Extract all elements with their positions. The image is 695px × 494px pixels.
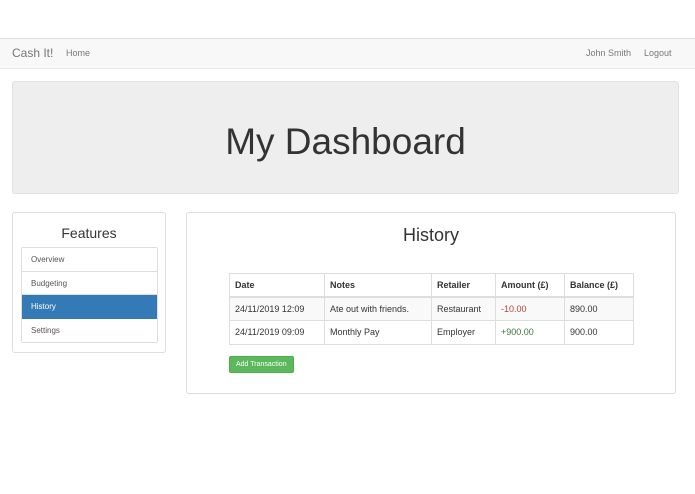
- cell-amount: -10.00: [495, 296, 565, 321]
- cell-date: 24/11/2019 12:09: [229, 296, 325, 321]
- dashboard-banner: My Dashboard: [12, 81, 679, 194]
- page-title: My Dashboard: [225, 121, 466, 162]
- menu-item-overview[interactable]: Overview: [22, 248, 157, 272]
- menu-item-history[interactable]: History: [22, 295, 157, 319]
- table-row: 24/11/2019 12:09 Ate out with friends. R…: [229, 296, 634, 321]
- brand-logo[interactable]: Cash It!: [12, 46, 53, 60]
- features-menu: Overview Budgeting History Settings: [21, 247, 158, 343]
- column-header-balance: Balance (£): [564, 273, 634, 298]
- nav-logout-link[interactable]: Logout: [644, 48, 672, 58]
- navbar: Cash It! Home John Smith Logout: [0, 38, 695, 69]
- history-panel: History Date Notes Retailer Amount (£) B…: [186, 212, 676, 394]
- column-header-notes: Notes: [324, 273, 432, 298]
- cell-balance: 900.00: [564, 320, 634, 345]
- history-title: History: [402, 225, 459, 245]
- table-row: 24/11/2019 09:09 Monthly Pay Employer +9…: [229, 320, 634, 345]
- column-header-amount: Amount (£): [495, 273, 565, 298]
- cell-retailer: Restaurant: [431, 296, 496, 321]
- cell-retailer: Employer: [431, 320, 496, 345]
- menu-item-budgeting[interactable]: Budgeting: [22, 271, 157, 295]
- nav-user-link[interactable]: John Smith: [586, 48, 631, 58]
- column-header-date: Date: [229, 273, 325, 298]
- cell-notes: Ate out with friends.: [324, 296, 432, 321]
- cell-balance: 890.00: [564, 296, 634, 321]
- features-title: Features: [61, 225, 117, 241]
- column-header-retailer: Retailer: [431, 273, 496, 298]
- cell-notes: Monthly Pay: [324, 320, 432, 345]
- transactions-table: Date Notes Retailer Amount (£) Balance (…: [229, 273, 634, 345]
- cell-date: 24/11/2019 09:09: [229, 320, 325, 345]
- menu-item-settings[interactable]: Settings: [22, 318, 157, 342]
- table-header-row: Date Notes Retailer Amount (£) Balance (…: [229, 273, 634, 298]
- add-transaction-button[interactable]: Add Transaction: [229, 356, 294, 373]
- nav-home-link[interactable]: Home: [66, 48, 90, 58]
- cell-amount: +900.00: [495, 320, 565, 345]
- features-panel: Features Overview Budgeting History Sett…: [12, 212, 166, 353]
